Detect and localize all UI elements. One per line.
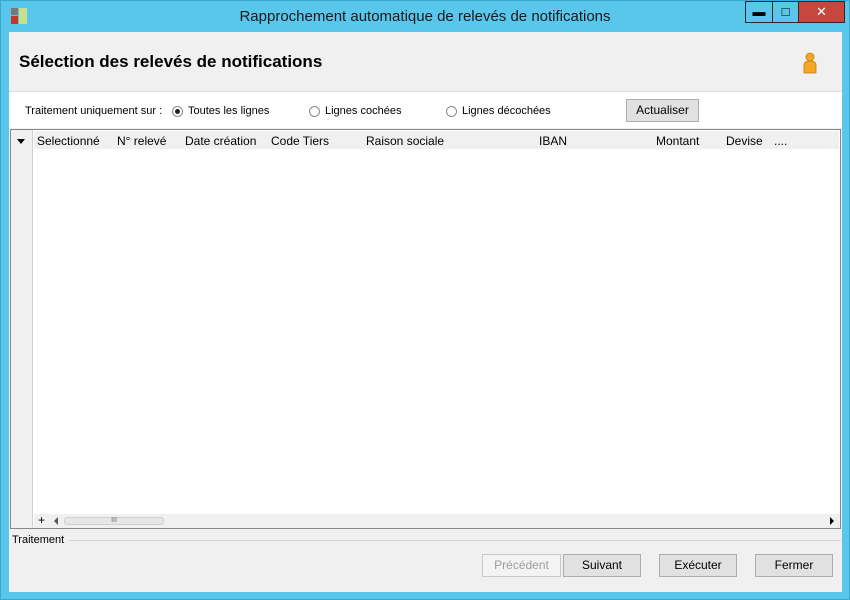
- filter-row: Traitement uniquement sur : Toutes les l…: [9, 92, 842, 128]
- scroll-left-icon[interactable]: [54, 517, 58, 525]
- execute-button[interactable]: Exécuter: [659, 554, 737, 577]
- column-header[interactable]: Raison sociale: [366, 134, 444, 148]
- radio-unchecked-icon: [309, 105, 320, 117]
- column-header[interactable]: Selectionné: [37, 134, 100, 148]
- data-grid[interactable]: Selectionné N° relevé Date création Code…: [10, 129, 841, 529]
- row-header-column: [11, 130, 33, 528]
- title-bar[interactable]: Rapprochement automatique de relevés de …: [1, 1, 849, 32]
- window-title: Rapprochement automatique de relevés de …: [239, 8, 611, 25]
- dropdown-arrow-icon[interactable]: [17, 139, 25, 144]
- radio-label: Lignes décochées: [462, 105, 551, 117]
- scroll-thumb[interactable]: III: [64, 517, 164, 525]
- radio-lignes-decochees[interactable]: Lignes décochées: [446, 105, 551, 117]
- radio-checked-icon: [172, 105, 183, 117]
- refresh-button[interactable]: Actualiser: [626, 99, 699, 122]
- app-window: Rapprochement automatique de relevés de …: [0, 0, 850, 600]
- client-area: Sélection des relevés de notifications T…: [9, 32, 842, 592]
- close-button[interactable]: Fermer: [755, 554, 833, 577]
- column-header[interactable]: Code Tiers: [271, 134, 329, 148]
- next-button[interactable]: Suivant: [563, 554, 641, 577]
- column-header[interactable]: IBAN: [539, 134, 567, 148]
- radio-unchecked-icon: [446, 105, 457, 117]
- radio-toutes-les-lignes[interactable]: Toutes les lignes: [172, 105, 269, 117]
- close-window-button[interactable]: ✕: [799, 1, 845, 23]
- horizontal-scrollbar[interactable]: + III: [34, 513, 840, 528]
- header-band: Sélection des relevés de notifications: [9, 32, 842, 92]
- column-header[interactable]: Devise: [726, 134, 763, 148]
- page-title: Sélection des relevés de notifications: [19, 52, 323, 71]
- group-divider: [69, 540, 841, 541]
- column-header[interactable]: N° relevé: [117, 134, 166, 148]
- group-label: Traitement: [12, 534, 65, 546]
- maximize-button[interactable]: □: [772, 1, 799, 23]
- add-row-icon[interactable]: +: [38, 513, 45, 527]
- grid-header: Selectionné N° relevé Date création Code…: [34, 131, 839, 149]
- radio-label: Lignes cochées: [325, 105, 402, 117]
- minimize-button[interactable]: ▬: [745, 1, 772, 23]
- user-icon: [803, 52, 817, 74]
- column-header[interactable]: ....: [774, 134, 787, 148]
- column-header[interactable]: Date création: [185, 134, 256, 148]
- filter-label: Traitement uniquement sur :: [25, 105, 163, 117]
- previous-button[interactable]: Précédent: [482, 554, 561, 577]
- column-header[interactable]: Montant: [656, 134, 699, 148]
- radio-label: Toutes les lignes: [188, 105, 270, 117]
- radio-lignes-cochees[interactable]: Lignes cochées: [309, 105, 401, 117]
- scroll-right-icon[interactable]: [830, 517, 834, 525]
